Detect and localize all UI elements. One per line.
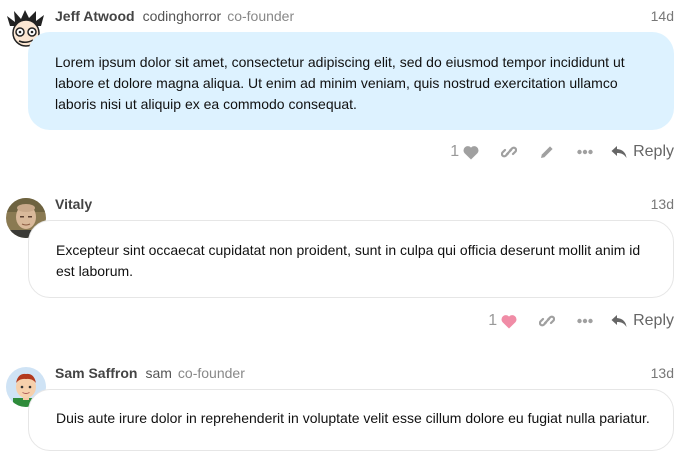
post-meta: Jeff Atwood codinghorror co-founder 14d bbox=[55, 6, 674, 26]
reply-button[interactable]: Reply bbox=[611, 312, 674, 330]
post-body: Duis aute irure dolor in reprehenderit i… bbox=[28, 389, 674, 451]
username[interactable]: Sam Saffron bbox=[55, 365, 137, 381]
post-text: Excepteur sint occaecat cupidatat non pr… bbox=[56, 242, 641, 279]
more-options-button[interactable] bbox=[577, 318, 593, 324]
user-handle[interactable]: sam bbox=[145, 365, 171, 381]
heart-icon bbox=[463, 145, 479, 159]
username[interactable]: Vitaly bbox=[55, 196, 92, 212]
post-actions: 1 Reply bbox=[450, 140, 674, 164]
post-date[interactable]: 13d bbox=[651, 196, 674, 212]
post-body: Excepteur sint occaecat cupidatat non pr… bbox=[28, 220, 674, 298]
link-icon bbox=[539, 315, 556, 327]
user-title: co-founder bbox=[227, 8, 295, 24]
reply-button[interactable]: Reply bbox=[611, 143, 674, 161]
like-count[interactable]: 1 bbox=[450, 143, 459, 161]
like-button[interactable]: 1 bbox=[488, 312, 517, 330]
post-meta: Sam Saffron sam co-founder 13d bbox=[55, 363, 674, 383]
ellipsis-icon bbox=[577, 149, 593, 155]
reply-label: Reply bbox=[633, 312, 674, 329]
more-options-button[interactable] bbox=[577, 149, 593, 155]
post-text: Duis aute irure dolor in reprehenderit i… bbox=[56, 410, 650, 426]
post-text: Lorem ipsum dolor sit amet, consectetur … bbox=[55, 54, 625, 112]
post-body: Lorem ipsum dolor sit amet, consectetur … bbox=[28, 32, 674, 130]
copy-link-button[interactable] bbox=[501, 144, 518, 160]
post-actions: 1 Reply bbox=[488, 309, 674, 333]
like-button[interactable]: 1 bbox=[450, 143, 479, 161]
heart-icon bbox=[501, 314, 517, 328]
post-date[interactable]: 13d bbox=[651, 365, 674, 381]
user-handle[interactable]: codinghorror bbox=[143, 8, 222, 24]
reply-label: Reply bbox=[633, 143, 674, 160]
reply-icon bbox=[611, 146, 627, 158]
post-date[interactable]: 14d bbox=[651, 8, 674, 24]
like-count[interactable]: 1 bbox=[488, 312, 497, 330]
username[interactable]: Jeff Atwood bbox=[55, 8, 135, 24]
user-title: co-founder bbox=[177, 365, 245, 381]
link-icon bbox=[501, 146, 518, 158]
copy-link-button[interactable] bbox=[539, 313, 556, 329]
pencil-icon bbox=[541, 146, 553, 158]
reply-icon bbox=[611, 315, 627, 327]
edit-button[interactable] bbox=[539, 144, 555, 160]
post-meta: Vitaly 13d bbox=[55, 194, 674, 214]
ellipsis-icon bbox=[577, 318, 593, 324]
